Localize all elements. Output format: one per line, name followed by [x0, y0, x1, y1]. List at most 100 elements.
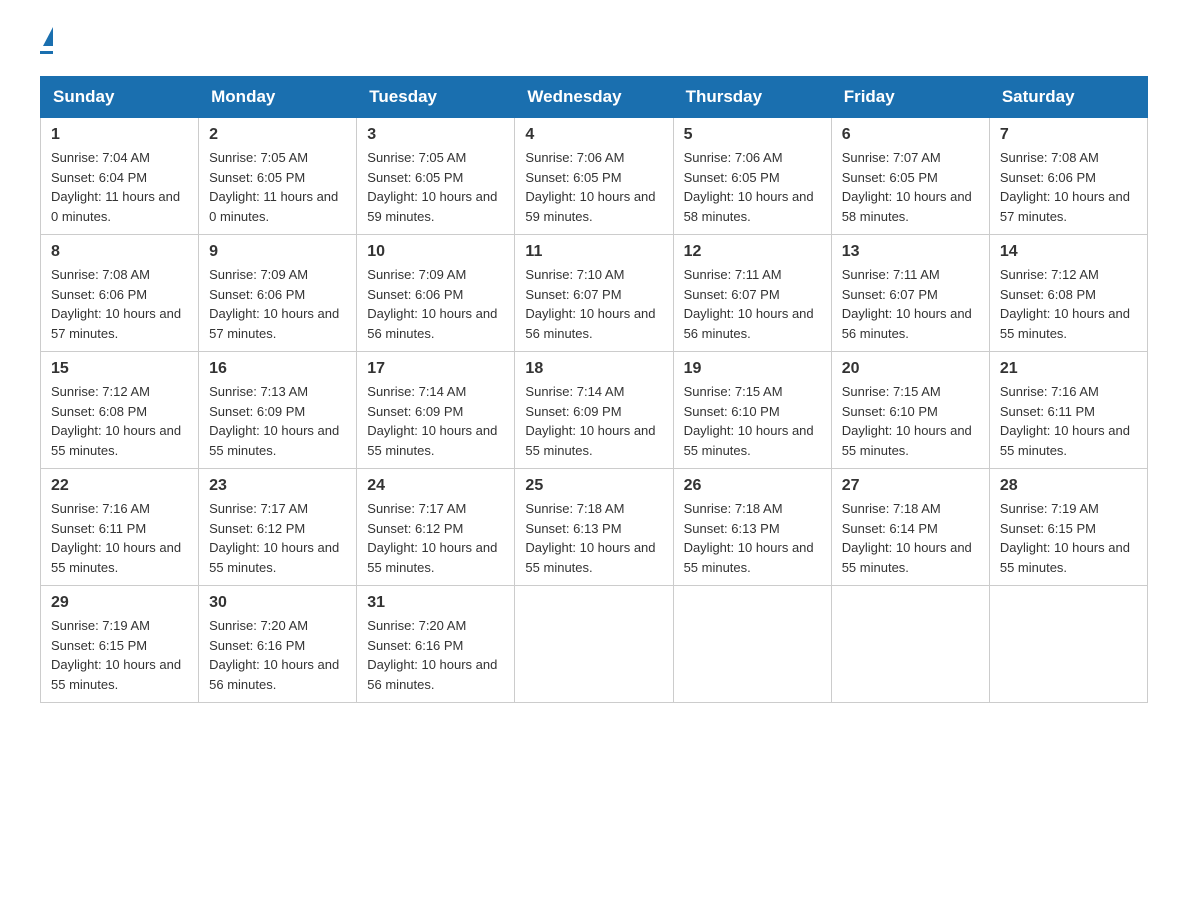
sunset-label: Sunset: 6:15 PM: [51, 638, 147, 653]
daylight-label: Daylight: 10 hours and 56 minutes.: [842, 306, 972, 341]
sunrise-label: Sunrise: 7:17 AM: [209, 501, 308, 516]
sunset-label: Sunset: 6:06 PM: [1000, 170, 1096, 185]
day-cell: [515, 586, 673, 703]
sunset-label: Sunset: 6:06 PM: [209, 287, 305, 302]
daylight-label: Daylight: 10 hours and 58 minutes.: [684, 189, 814, 224]
week-row-3: 15 Sunrise: 7:12 AM Sunset: 6:08 PM Dayl…: [41, 352, 1148, 469]
day-number: 16: [209, 360, 346, 378]
sunset-label: Sunset: 6:06 PM: [367, 287, 463, 302]
day-cell: 16 Sunrise: 7:13 AM Sunset: 6:09 PM Dayl…: [199, 352, 357, 469]
day-cell: 27 Sunrise: 7:18 AM Sunset: 6:14 PM Dayl…: [831, 469, 989, 586]
logo-triangle-icon: [43, 27, 53, 46]
day-cell: 15 Sunrise: 7:12 AM Sunset: 6:08 PM Dayl…: [41, 352, 199, 469]
day-info: Sunrise: 7:18 AM Sunset: 6:13 PM Dayligh…: [684, 499, 821, 577]
week-row-2: 8 Sunrise: 7:08 AM Sunset: 6:06 PM Dayli…: [41, 235, 1148, 352]
daylight-label: Daylight: 10 hours and 55 minutes.: [51, 423, 181, 458]
day-info: Sunrise: 7:05 AM Sunset: 6:05 PM Dayligh…: [367, 148, 504, 226]
day-cell: 6 Sunrise: 7:07 AM Sunset: 6:05 PM Dayli…: [831, 118, 989, 235]
sunrise-label: Sunrise: 7:20 AM: [367, 618, 466, 633]
daylight-label: Daylight: 10 hours and 56 minutes.: [209, 657, 339, 692]
daylight-label: Daylight: 10 hours and 55 minutes.: [209, 540, 339, 575]
daylight-label: Daylight: 10 hours and 59 minutes.: [367, 189, 497, 224]
sunrise-label: Sunrise: 7:19 AM: [51, 618, 150, 633]
sunset-label: Sunset: 6:07 PM: [684, 287, 780, 302]
daylight-label: Daylight: 11 hours and 0 minutes.: [209, 189, 338, 224]
day-info: Sunrise: 7:16 AM Sunset: 6:11 PM Dayligh…: [1000, 382, 1137, 460]
sunset-label: Sunset: 6:09 PM: [367, 404, 463, 419]
day-info: Sunrise: 7:14 AM Sunset: 6:09 PM Dayligh…: [367, 382, 504, 460]
daylight-label: Daylight: 10 hours and 56 minutes.: [684, 306, 814, 341]
sunset-label: Sunset: 6:16 PM: [367, 638, 463, 653]
sunrise-label: Sunrise: 7:15 AM: [684, 384, 783, 399]
daylight-label: Daylight: 10 hours and 56 minutes.: [367, 306, 497, 341]
day-number: 13: [842, 243, 979, 261]
day-number: 19: [684, 360, 821, 378]
week-row-1: 1 Sunrise: 7:04 AM Sunset: 6:04 PM Dayli…: [41, 118, 1148, 235]
day-header-thursday: Thursday: [673, 77, 831, 118]
day-info: Sunrise: 7:13 AM Sunset: 6:09 PM Dayligh…: [209, 382, 346, 460]
day-cell: 19 Sunrise: 7:15 AM Sunset: 6:10 PM Dayl…: [673, 352, 831, 469]
day-info: Sunrise: 7:20 AM Sunset: 6:16 PM Dayligh…: [209, 616, 346, 694]
sunrise-label: Sunrise: 7:06 AM: [684, 150, 783, 165]
day-cell: [989, 586, 1147, 703]
day-cell: 18 Sunrise: 7:14 AM Sunset: 6:09 PM Dayl…: [515, 352, 673, 469]
sunset-label: Sunset: 6:10 PM: [684, 404, 780, 419]
sunrise-label: Sunrise: 7:09 AM: [367, 267, 466, 282]
sunset-label: Sunset: 6:13 PM: [684, 521, 780, 536]
sunrise-label: Sunrise: 7:20 AM: [209, 618, 308, 633]
day-number: 28: [1000, 477, 1137, 495]
day-number: 9: [209, 243, 346, 261]
day-number: 12: [684, 243, 821, 261]
day-number: 8: [51, 243, 188, 261]
day-info: Sunrise: 7:17 AM Sunset: 6:12 PM Dayligh…: [367, 499, 504, 577]
day-number: 20: [842, 360, 979, 378]
day-number: 10: [367, 243, 504, 261]
sunrise-label: Sunrise: 7:19 AM: [1000, 501, 1099, 516]
day-cell: 17 Sunrise: 7:14 AM Sunset: 6:09 PM Dayl…: [357, 352, 515, 469]
daylight-label: Daylight: 10 hours and 55 minutes.: [842, 540, 972, 575]
daylight-label: Daylight: 10 hours and 55 minutes.: [1000, 540, 1130, 575]
sunset-label: Sunset: 6:05 PM: [842, 170, 938, 185]
sunrise-label: Sunrise: 7:10 AM: [525, 267, 624, 282]
day-info: Sunrise: 7:12 AM Sunset: 6:08 PM Dayligh…: [51, 382, 188, 460]
day-cell: 9 Sunrise: 7:09 AM Sunset: 6:06 PM Dayli…: [199, 235, 357, 352]
day-cell: 29 Sunrise: 7:19 AM Sunset: 6:15 PM Dayl…: [41, 586, 199, 703]
daylight-label: Daylight: 10 hours and 58 minutes.: [842, 189, 972, 224]
day-cell: 24 Sunrise: 7:17 AM Sunset: 6:12 PM Dayl…: [357, 469, 515, 586]
sunrise-label: Sunrise: 7:12 AM: [1000, 267, 1099, 282]
sunrise-label: Sunrise: 7:11 AM: [684, 267, 782, 282]
day-cell: 8 Sunrise: 7:08 AM Sunset: 6:06 PM Dayli…: [41, 235, 199, 352]
day-number: 6: [842, 126, 979, 144]
sunset-label: Sunset: 6:08 PM: [51, 404, 147, 419]
daylight-label: Daylight: 10 hours and 55 minutes.: [1000, 423, 1130, 458]
sunset-label: Sunset: 6:15 PM: [1000, 521, 1096, 536]
day-info: Sunrise: 7:18 AM Sunset: 6:13 PM Dayligh…: [525, 499, 662, 577]
sunset-label: Sunset: 6:12 PM: [209, 521, 305, 536]
day-cell: 31 Sunrise: 7:20 AM Sunset: 6:16 PM Dayl…: [357, 586, 515, 703]
sunrise-label: Sunrise: 7:12 AM: [51, 384, 150, 399]
sunrise-label: Sunrise: 7:07 AM: [842, 150, 941, 165]
day-info: Sunrise: 7:04 AM Sunset: 6:04 PM Dayligh…: [51, 148, 188, 226]
sunrise-label: Sunrise: 7:17 AM: [367, 501, 466, 516]
sunrise-label: Sunrise: 7:18 AM: [684, 501, 783, 516]
sunset-label: Sunset: 6:11 PM: [1000, 404, 1095, 419]
day-number: 24: [367, 477, 504, 495]
sunrise-label: Sunrise: 7:18 AM: [842, 501, 941, 516]
day-number: 25: [525, 477, 662, 495]
sunset-label: Sunset: 6:07 PM: [525, 287, 621, 302]
sunset-label: Sunset: 6:04 PM: [51, 170, 147, 185]
day-info: Sunrise: 7:17 AM Sunset: 6:12 PM Dayligh…: [209, 499, 346, 577]
sunset-label: Sunset: 6:05 PM: [525, 170, 621, 185]
daylight-label: Daylight: 10 hours and 57 minutes.: [1000, 189, 1130, 224]
day-cell: 10 Sunrise: 7:09 AM Sunset: 6:06 PM Dayl…: [357, 235, 515, 352]
day-cell: 1 Sunrise: 7:04 AM Sunset: 6:04 PM Dayli…: [41, 118, 199, 235]
sunset-label: Sunset: 6:14 PM: [842, 521, 938, 536]
week-row-5: 29 Sunrise: 7:19 AM Sunset: 6:15 PM Dayl…: [41, 586, 1148, 703]
week-row-4: 22 Sunrise: 7:16 AM Sunset: 6:11 PM Dayl…: [41, 469, 1148, 586]
daylight-label: Daylight: 10 hours and 55 minutes.: [842, 423, 972, 458]
day-number: 5: [684, 126, 821, 144]
daylight-label: Daylight: 10 hours and 55 minutes.: [525, 423, 655, 458]
day-number: 11: [525, 243, 662, 261]
daylight-label: Daylight: 10 hours and 55 minutes.: [51, 657, 181, 692]
day-number: 1: [51, 126, 188, 144]
